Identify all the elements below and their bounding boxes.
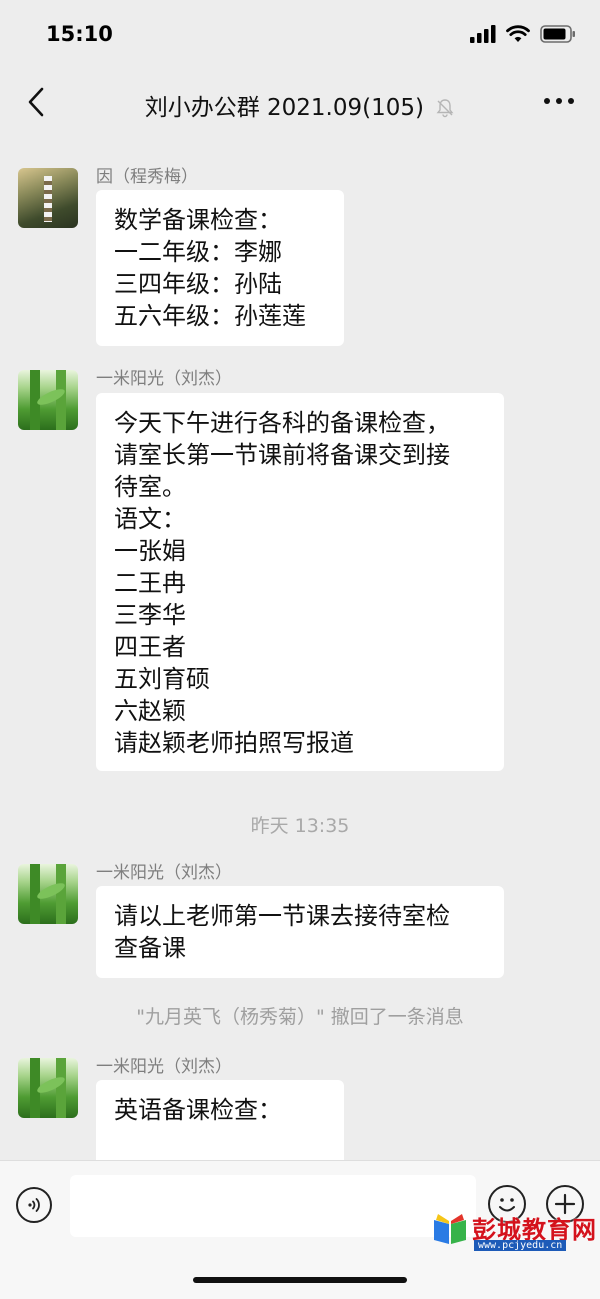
message-line: 请赵颖老师拍照写报道	[114, 729, 354, 757]
message-line: 待室。	[114, 473, 186, 501]
status-icons	[470, 25, 576, 43]
message-bubble[interactable]: 今天下午进行各科的备课检查， 请室长第一节课前将备课交到接 待室。 语文： 一张…	[96, 393, 504, 771]
sender-name: 因（程秀梅）	[96, 167, 198, 187]
message-line: 今天下午进行各科的备课检查，	[114, 409, 450, 437]
back-button[interactable]	[18, 82, 54, 122]
message-line: 一二年级：李娜	[114, 238, 282, 266]
voice-icon	[28, 1198, 40, 1212]
more-button[interactable]	[544, 98, 574, 104]
signal-icon	[470, 25, 496, 43]
message-line: 请室长第一节课前将备课交到接	[114, 441, 450, 469]
message-line: 查备课	[114, 934, 186, 962]
message-bubble[interactable]: 数学备课检查： 一二年级：李娜 三四年级：孙陆 五六年级：孙莲莲	[96, 190, 344, 346]
more-icon-dot	[544, 98, 550, 104]
home-indicator	[193, 1277, 407, 1283]
message-input[interactable]	[70, 1175, 476, 1237]
wifi-icon	[506, 25, 530, 42]
chevron-left-icon	[28, 87, 44, 117]
avatar[interactable]	[18, 1058, 78, 1118]
message-line: 三四年级：孙陆	[114, 270, 282, 298]
message-line: 数学备课检查：	[114, 206, 282, 234]
time-divider: 昨天 13:35	[250, 815, 350, 837]
message-line: 三李华	[114, 601, 186, 629]
message-line: 四王者	[114, 633, 186, 661]
chat-title: 刘小办公群 2021.09(105)	[100, 88, 500, 122]
message-line: 二王冉	[114, 569, 186, 597]
message-line: 请以上老师第一节课去接待室检	[114, 902, 450, 930]
more-icon-dot	[556, 98, 562, 104]
sender-name: 一米阳光（刘杰）	[96, 863, 232, 883]
watermark-url: www.pcjyedu.cn	[474, 1240, 567, 1251]
avatar[interactable]	[18, 864, 78, 924]
avatar[interactable]	[18, 370, 78, 430]
message-line: 英语备课检查：	[114, 1096, 282, 1124]
sender-name: 一米阳光（刘杰）	[96, 1057, 232, 1077]
bell-off-icon	[436, 99, 454, 118]
message-line: 语文：	[114, 505, 186, 533]
sender-name: 一米阳光（刘杰）	[96, 369, 232, 389]
recall-notice: "九月英飞（杨秀菊）" 撤回了一条消息	[136, 1006, 464, 1028]
message-bubble[interactable]: 请以上老师第一节课去接待室检 查备课	[96, 886, 504, 978]
message-line: 五六年级：孙莲莲	[114, 302, 306, 330]
message-line: 五刘育硕	[114, 665, 210, 693]
status-bar: 15:10	[0, 0, 600, 70]
watermark: 彭城教育网 www.pcjyedu.cn	[432, 1210, 596, 1256]
status-time: 15:10	[46, 22, 113, 46]
scrolled-content	[140, 118, 480, 132]
more-icon-dot	[568, 98, 574, 104]
book-logo-icon	[434, 1214, 466, 1244]
message-line: 一张娟	[114, 537, 186, 565]
battery-icon	[540, 25, 575, 43]
message-line: 六赵颖	[114, 697, 186, 725]
voice-button[interactable]	[16, 1187, 52, 1223]
avatar[interactable]	[18, 168, 78, 228]
